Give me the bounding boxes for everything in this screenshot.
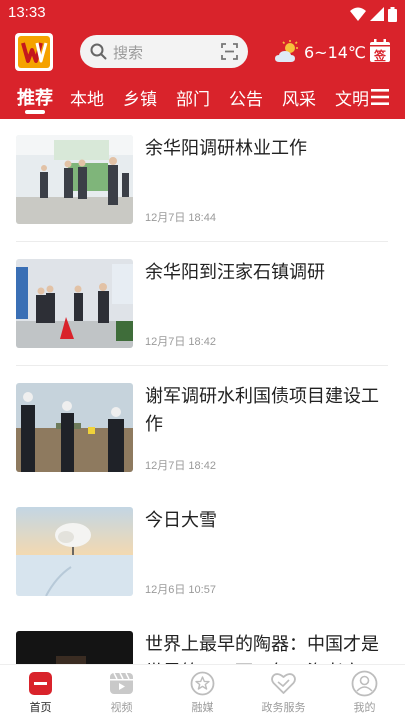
news-title: 世界上最早的陶器：中国才是世界第一，两万年，海老高 (145, 634, 379, 664)
wifi-icon (350, 7, 366, 21)
home-icon (29, 672, 52, 695)
news-feed[interactable]: 余华阳调研林业工作 12月7日 18:44 余华阳到汪家石镇调研 12月7日 1… (0, 119, 405, 664)
status-bar: 13:33 (0, 0, 405, 28)
news-item[interactable]: 余华阳到汪家石镇调研 12月7日 18:42 (0, 243, 405, 366)
news-date: 12月6日 10:57 (145, 584, 216, 596)
channel-tabs-scroll: 推荐 本地 乡镇 部门 公告 风采 文明 (0, 80, 368, 116)
news-title: 今日大雪 (145, 510, 217, 531)
news-item[interactable]: 今日大雪 12月6日 10:57 (0, 491, 405, 614)
header-top-row: 搜索 6~14℃ 签 (0, 30, 405, 74)
news-date: 12月7日 18:44 (145, 212, 216, 224)
scan-icon[interactable] (221, 43, 238, 60)
news-title: 谢军调研水利国债项目建设工作 (145, 386, 379, 435)
partly-cloudy-icon (275, 40, 298, 62)
app-header: 13:33 搜索 6~14℃ 签 推荐 本地 乡镇 部门 公告 风采 文明 (0, 0, 405, 119)
divider (16, 365, 388, 366)
news-date: 12月7日 18:42 (145, 460, 216, 472)
video-icon (110, 672, 133, 694)
nav-media[interactable]: 融媒 (162, 665, 243, 720)
tab-department[interactable]: 部门 (176, 85, 210, 110)
tab-recommend[interactable]: 推荐 (17, 84, 53, 110)
app-logo[interactable] (15, 33, 53, 71)
news-title: 余华阳调研林业工作 (145, 138, 307, 159)
news-thumbnail (16, 631, 133, 664)
nav-media-label: 融媒 (191, 701, 214, 714)
signal-icon (370, 7, 384, 21)
tab-style[interactable]: 风采 (282, 85, 316, 110)
news-thumbnail (16, 135, 133, 224)
weather-widget[interactable]: 6~14℃ (274, 37, 366, 67)
news-item[interactable]: 余华阳调研林业工作 12月7日 18:44 (0, 119, 405, 242)
signin-button[interactable]: 签 (369, 39, 391, 63)
nav-mine[interactable]: 我的 (324, 665, 405, 720)
news-title: 余华阳到汪家石镇调研 (145, 262, 325, 283)
tab-civilization[interactable]: 文明 (335, 85, 368, 110)
news-item[interactable]: 世界上最早的陶器：中国才是世界第一，两万年，海老高 (0, 615, 405, 664)
tab-local[interactable]: 本地 (70, 85, 104, 110)
news-thumbnail (16, 259, 133, 348)
nav-home-label: 首页 (29, 701, 52, 714)
active-tab-indicator (25, 110, 45, 114)
nav-video[interactable]: 视频 (81, 665, 162, 720)
signin-label: 签 (373, 49, 386, 63)
status-icons (350, 6, 397, 22)
nav-home[interactable]: 首页 (0, 665, 81, 720)
news-thumbnail (16, 383, 133, 472)
user-icon (351, 670, 378, 697)
nav-government-services-label: 政务服务 (261, 701, 306, 714)
search-bar[interactable]: 搜索 (80, 35, 248, 68)
star-icon (190, 671, 215, 696)
news-date: 12月7日 18:42 (145, 336, 216, 348)
weather-temperature: 6~14℃ (304, 42, 366, 62)
heart-hands-icon (271, 673, 296, 694)
nav-mine-label: 我的 (353, 701, 376, 714)
tab-township[interactable]: 乡镇 (123, 85, 157, 110)
news-thumbnail (16, 507, 133, 596)
search-placeholder: 搜索 (113, 44, 144, 62)
search-icon (90, 43, 107, 60)
battery-icon (388, 6, 397, 22)
news-item[interactable]: 谢军调研水利国债项目建设工作 12月7日 18:42 (0, 367, 405, 490)
divider (16, 241, 388, 242)
tab-announcement[interactable]: 公告 (229, 85, 263, 110)
nav-video-label: 视频 (110, 701, 133, 714)
nav-government-services[interactable]: 政务服务 (243, 665, 324, 720)
status-time: 13:33 (8, 4, 46, 21)
bottom-navigation: 首页 视频 融媒 政务服务 我的 (0, 664, 405, 720)
channel-tabs: 推荐 本地 乡镇 部门 公告 风采 文明 (0, 80, 405, 116)
menu-icon[interactable] (371, 89, 389, 105)
